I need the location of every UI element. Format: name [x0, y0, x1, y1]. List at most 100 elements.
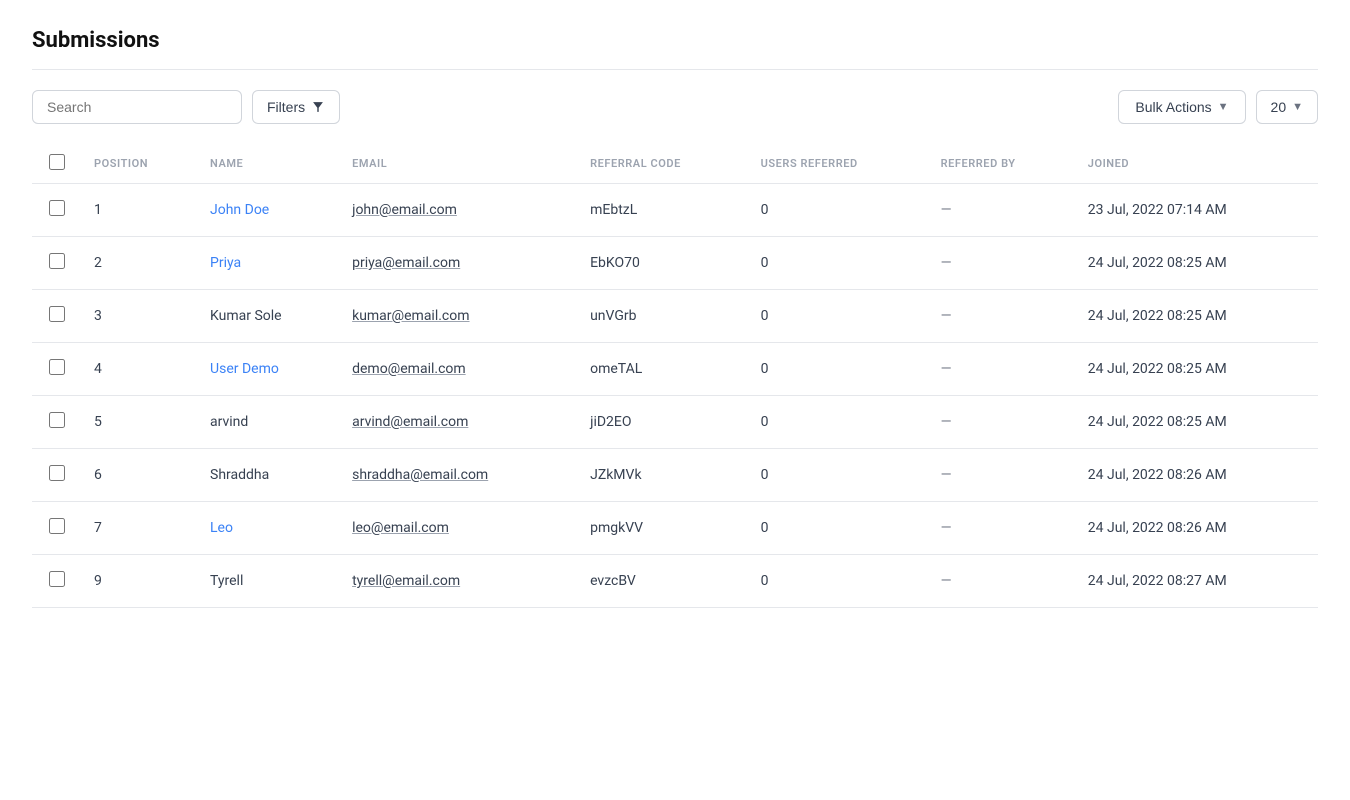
select-all-header [32, 144, 82, 184]
row-position: 1 [82, 184, 198, 237]
row-checkbox-cell [32, 184, 82, 237]
row-checkbox[interactable] [49, 359, 65, 375]
table-row: 2Priyapriya@email.comEbKO700—24 Jul, 202… [32, 237, 1318, 290]
row-joined: 24 Jul, 2022 08:26 AM [1076, 502, 1318, 555]
row-name[interactable]: Leo [198, 502, 340, 555]
row-position: 5 [82, 396, 198, 449]
row-checkbox[interactable] [49, 253, 65, 269]
bulk-actions-button[interactable]: Bulk Actions ▼ [1118, 90, 1245, 124]
row-joined: 24 Jul, 2022 08:25 AM [1076, 237, 1318, 290]
row-email[interactable]: priya@email.com [340, 237, 578, 290]
row-email[interactable]: leo@email.com [340, 502, 578, 555]
table-row: 9Tyrelltyrell@email.comevzcBV0—24 Jul, 2… [32, 555, 1318, 608]
col-referral-code: REFERRAL CODE [578, 144, 749, 184]
row-users-referred: 0 [749, 555, 929, 608]
row-users-referred: 0 [749, 184, 929, 237]
row-checkbox[interactable] [49, 306, 65, 322]
row-checkbox-cell [32, 396, 82, 449]
row-name[interactable]: John Doe [198, 184, 340, 237]
col-position: POSITION [82, 144, 198, 184]
table-row: 7Leoleo@email.compmgkVV0—24 Jul, 2022 08… [32, 502, 1318, 555]
col-name: NAME [198, 144, 340, 184]
row-email[interactable]: john@email.com [340, 184, 578, 237]
row-referral-code: mEbtzL [578, 184, 749, 237]
row-name[interactable]: Priya [198, 237, 340, 290]
select-all-checkbox[interactable] [49, 154, 65, 170]
chevron-down-icon: ▼ [1292, 101, 1303, 113]
chevron-down-icon: ▼ [1218, 101, 1229, 113]
row-checkbox[interactable] [49, 200, 65, 216]
row-checkbox[interactable] [49, 518, 65, 534]
row-email[interactable]: demo@email.com [340, 343, 578, 396]
row-email[interactable]: shraddha@email.com [340, 449, 578, 502]
row-name: Kumar Sole [198, 290, 340, 343]
submissions-table: POSITION NAME EMAIL REFERRAL CODE USERS … [32, 144, 1318, 608]
row-users-referred: 0 [749, 502, 929, 555]
row-joined: 24 Jul, 2022 08:26 AM [1076, 449, 1318, 502]
table-row: 3Kumar Solekumar@email.comunVGrb0—24 Jul… [32, 290, 1318, 343]
row-users-referred: 0 [749, 449, 929, 502]
toolbar: Filters Bulk Actions ▼ 20 ▼ [32, 90, 1318, 124]
page-title: Submissions [32, 28, 1318, 70]
row-joined: 24 Jul, 2022 08:27 AM [1076, 555, 1318, 608]
row-position: 7 [82, 502, 198, 555]
per-page-button[interactable]: 20 ▼ [1256, 90, 1318, 124]
row-checkbox-cell [32, 449, 82, 502]
row-name: Tyrell [198, 555, 340, 608]
row-email[interactable]: tyrell@email.com [340, 555, 578, 608]
row-referred-by: — [929, 290, 1076, 343]
row-referred-by: — [929, 237, 1076, 290]
row-referral-code: pmgkVV [578, 502, 749, 555]
search-input[interactable] [32, 90, 242, 124]
row-checkbox[interactable] [49, 412, 65, 428]
row-checkbox-cell [32, 343, 82, 396]
row-checkbox-cell [32, 555, 82, 608]
bulk-actions-label: Bulk Actions [1135, 99, 1211, 115]
row-referred-by: — [929, 555, 1076, 608]
row-referral-code: omeTAL [578, 343, 749, 396]
col-email: EMAIL [340, 144, 578, 184]
row-joined: 24 Jul, 2022 08:25 AM [1076, 290, 1318, 343]
row-position: 4 [82, 343, 198, 396]
row-checkbox-cell [32, 290, 82, 343]
row-joined: 24 Jul, 2022 08:25 AM [1076, 343, 1318, 396]
row-checkbox[interactable] [49, 465, 65, 481]
row-referred-by: — [929, 396, 1076, 449]
row-referral-code: unVGrb [578, 290, 749, 343]
row-users-referred: 0 [749, 343, 929, 396]
row-referral-code: evzcBV [578, 555, 749, 608]
row-name[interactable]: User Demo [198, 343, 340, 396]
col-users-referred: USERS REFERRED [749, 144, 929, 184]
row-position: 6 [82, 449, 198, 502]
row-checkbox[interactable] [49, 571, 65, 587]
per-page-value: 20 [1271, 99, 1287, 115]
row-referred-by: — [929, 449, 1076, 502]
row-checkbox-cell [32, 237, 82, 290]
row-name: Shraddha [198, 449, 340, 502]
table-body: 1John Doejohn@email.commEbtzL0—23 Jul, 2… [32, 184, 1318, 608]
row-email[interactable]: arvind@email.com [340, 396, 578, 449]
row-position: 2 [82, 237, 198, 290]
row-users-referred: 0 [749, 237, 929, 290]
filters-button[interactable]: Filters [252, 90, 340, 124]
col-referred-by: REFERRED BY [929, 144, 1076, 184]
row-referred-by: — [929, 502, 1076, 555]
table-row: 6Shraddhashraddha@email.comJZkMVk0—24 Ju… [32, 449, 1318, 502]
row-users-referred: 0 [749, 396, 929, 449]
row-referred-by: — [929, 184, 1076, 237]
table-header: POSITION NAME EMAIL REFERRAL CODE USERS … [32, 144, 1318, 184]
row-position: 3 [82, 290, 198, 343]
row-referral-code: jiD2EO [578, 396, 749, 449]
row-position: 9 [82, 555, 198, 608]
row-referral-code: JZkMVk [578, 449, 749, 502]
table-row: 5arvindarvind@email.comjiD2EO0—24 Jul, 2… [32, 396, 1318, 449]
table-row: 4User Demodemo@email.comomeTAL0—24 Jul, … [32, 343, 1318, 396]
col-joined: JOINED [1076, 144, 1318, 184]
row-referred-by: — [929, 343, 1076, 396]
row-referral-code: EbKO70 [578, 237, 749, 290]
filters-label: Filters [267, 99, 305, 115]
row-joined: 24 Jul, 2022 08:25 AM [1076, 396, 1318, 449]
row-checkbox-cell [32, 502, 82, 555]
row-email[interactable]: kumar@email.com [340, 290, 578, 343]
filter-icon [311, 100, 325, 114]
